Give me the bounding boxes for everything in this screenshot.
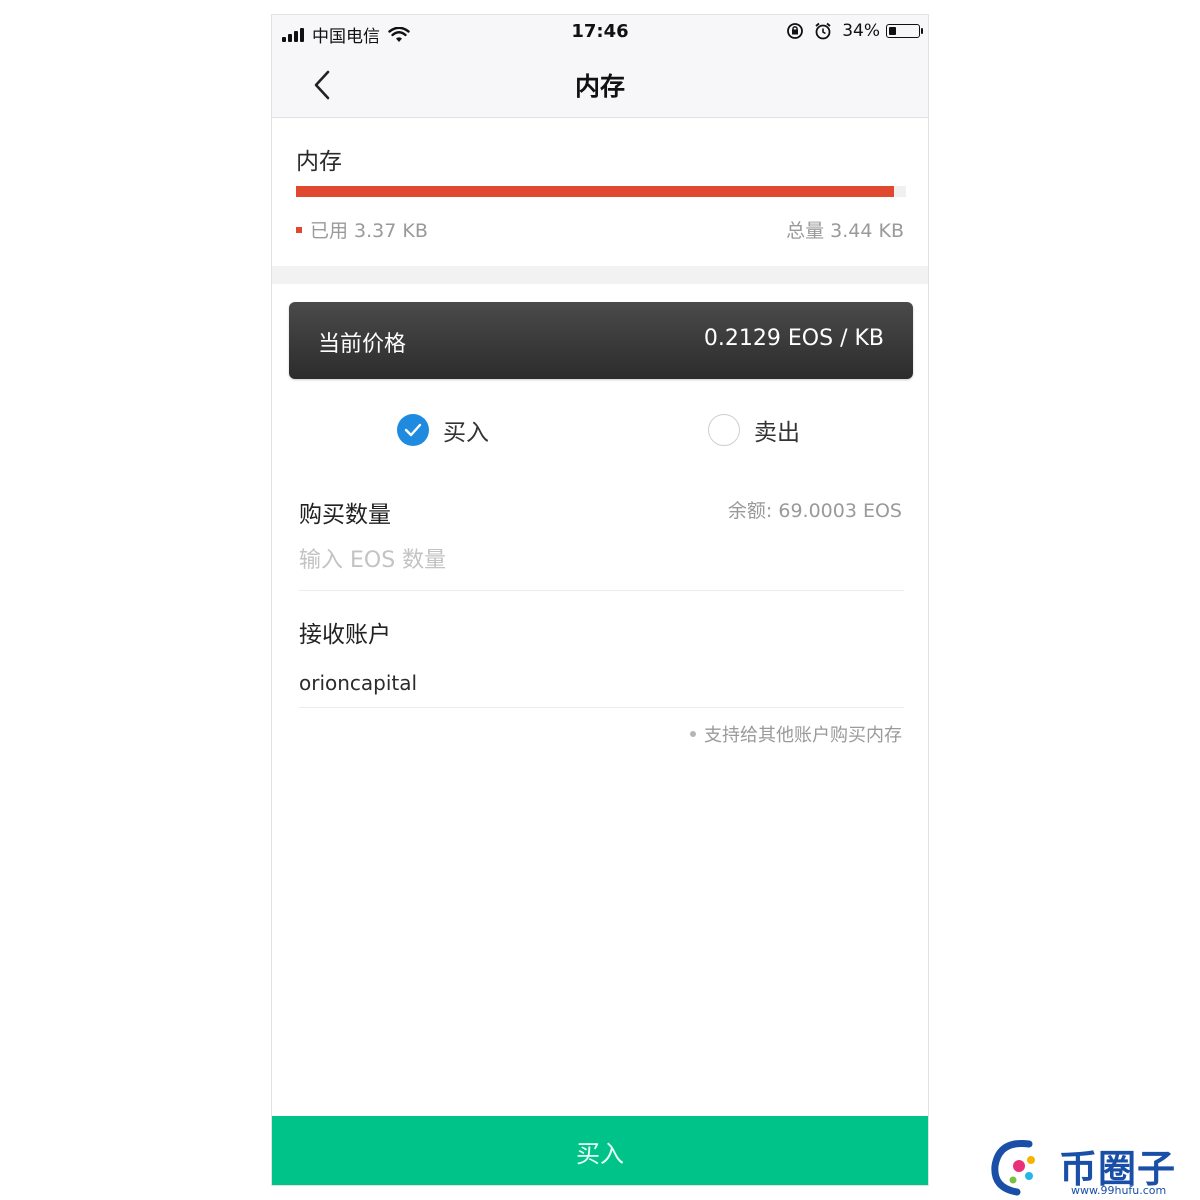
- receiver-hint-text: 支持给其他账户购买内存: [704, 725, 902, 746]
- radio-sell-label: 卖出: [754, 420, 800, 446]
- price-value: 0.2129 EOS / KB: [703, 326, 884, 351]
- battery-fill: [889, 27, 896, 35]
- memory-total: 总量 3.44 KB: [786, 220, 904, 242]
- hint-bullet: [690, 731, 696, 737]
- receiver-account-label: 接收账户: [299, 622, 391, 648]
- battery-icon: [886, 24, 923, 38]
- account-divider: [299, 707, 904, 708]
- unchecked-circle-icon: [708, 414, 740, 446]
- price-label: 当前价格: [318, 332, 407, 357]
- buy-button[interactable]: 买入: [272, 1116, 928, 1185]
- orientation-lock-icon: [787, 23, 804, 39]
- checked-circle-icon: [397, 414, 429, 446]
- status-bar: 中国电信 17:46 34%: [272, 15, 928, 51]
- phone-screen: 中国电信 17:46 34% 内存 内存 已用 3.37 KB 总量 3.44 …: [271, 14, 929, 1186]
- alarm-icon: [815, 22, 831, 40]
- battery-percent: 34%: [842, 21, 880, 41]
- receiver-account-field[interactable]: orioncapital: [299, 671, 417, 695]
- page-title: 内存: [574, 72, 625, 101]
- memory-progress-track: [296, 186, 906, 197]
- watermark: 币圈子 www.99hufu.com: [985, 1130, 1200, 1200]
- nav-bar: 内存: [272, 51, 928, 118]
- receiver-hint: 支持给其他账户购买内存: [690, 721, 902, 747]
- memory-used-text: 已用 3.37 KB: [310, 220, 428, 242]
- balance-text: 余额: 69.0003 EOS: [727, 500, 902, 522]
- watermark-logo-icon: [991, 1139, 1035, 1196]
- section-divider: [272, 266, 928, 284]
- memory-used: 已用 3.37 KB: [296, 216, 428, 243]
- eos-amount-input[interactable]: [299, 543, 899, 577]
- current-price-card: 当前价格 0.2129 EOS / KB: [289, 302, 913, 379]
- used-legend-marker: [296, 226, 302, 233]
- radio-sell[interactable]: 卖出: [708, 413, 800, 447]
- radio-buy-label: 买入: [443, 420, 489, 446]
- memory-progress-fill: [296, 186, 894, 197]
- memory-usage-section: 内存 已用 3.37 KB 总量 3.44 KB: [272, 118, 928, 266]
- amount-divider: [299, 590, 904, 591]
- watermark-url: www.99hufu.com: [1071, 1184, 1167, 1197]
- radio-buy[interactable]: 买入: [397, 413, 489, 447]
- memory-title: 内存: [296, 149, 342, 175]
- status-right: 34%: [786, 21, 923, 41]
- purchase-amount-label: 购买数量: [299, 502, 391, 528]
